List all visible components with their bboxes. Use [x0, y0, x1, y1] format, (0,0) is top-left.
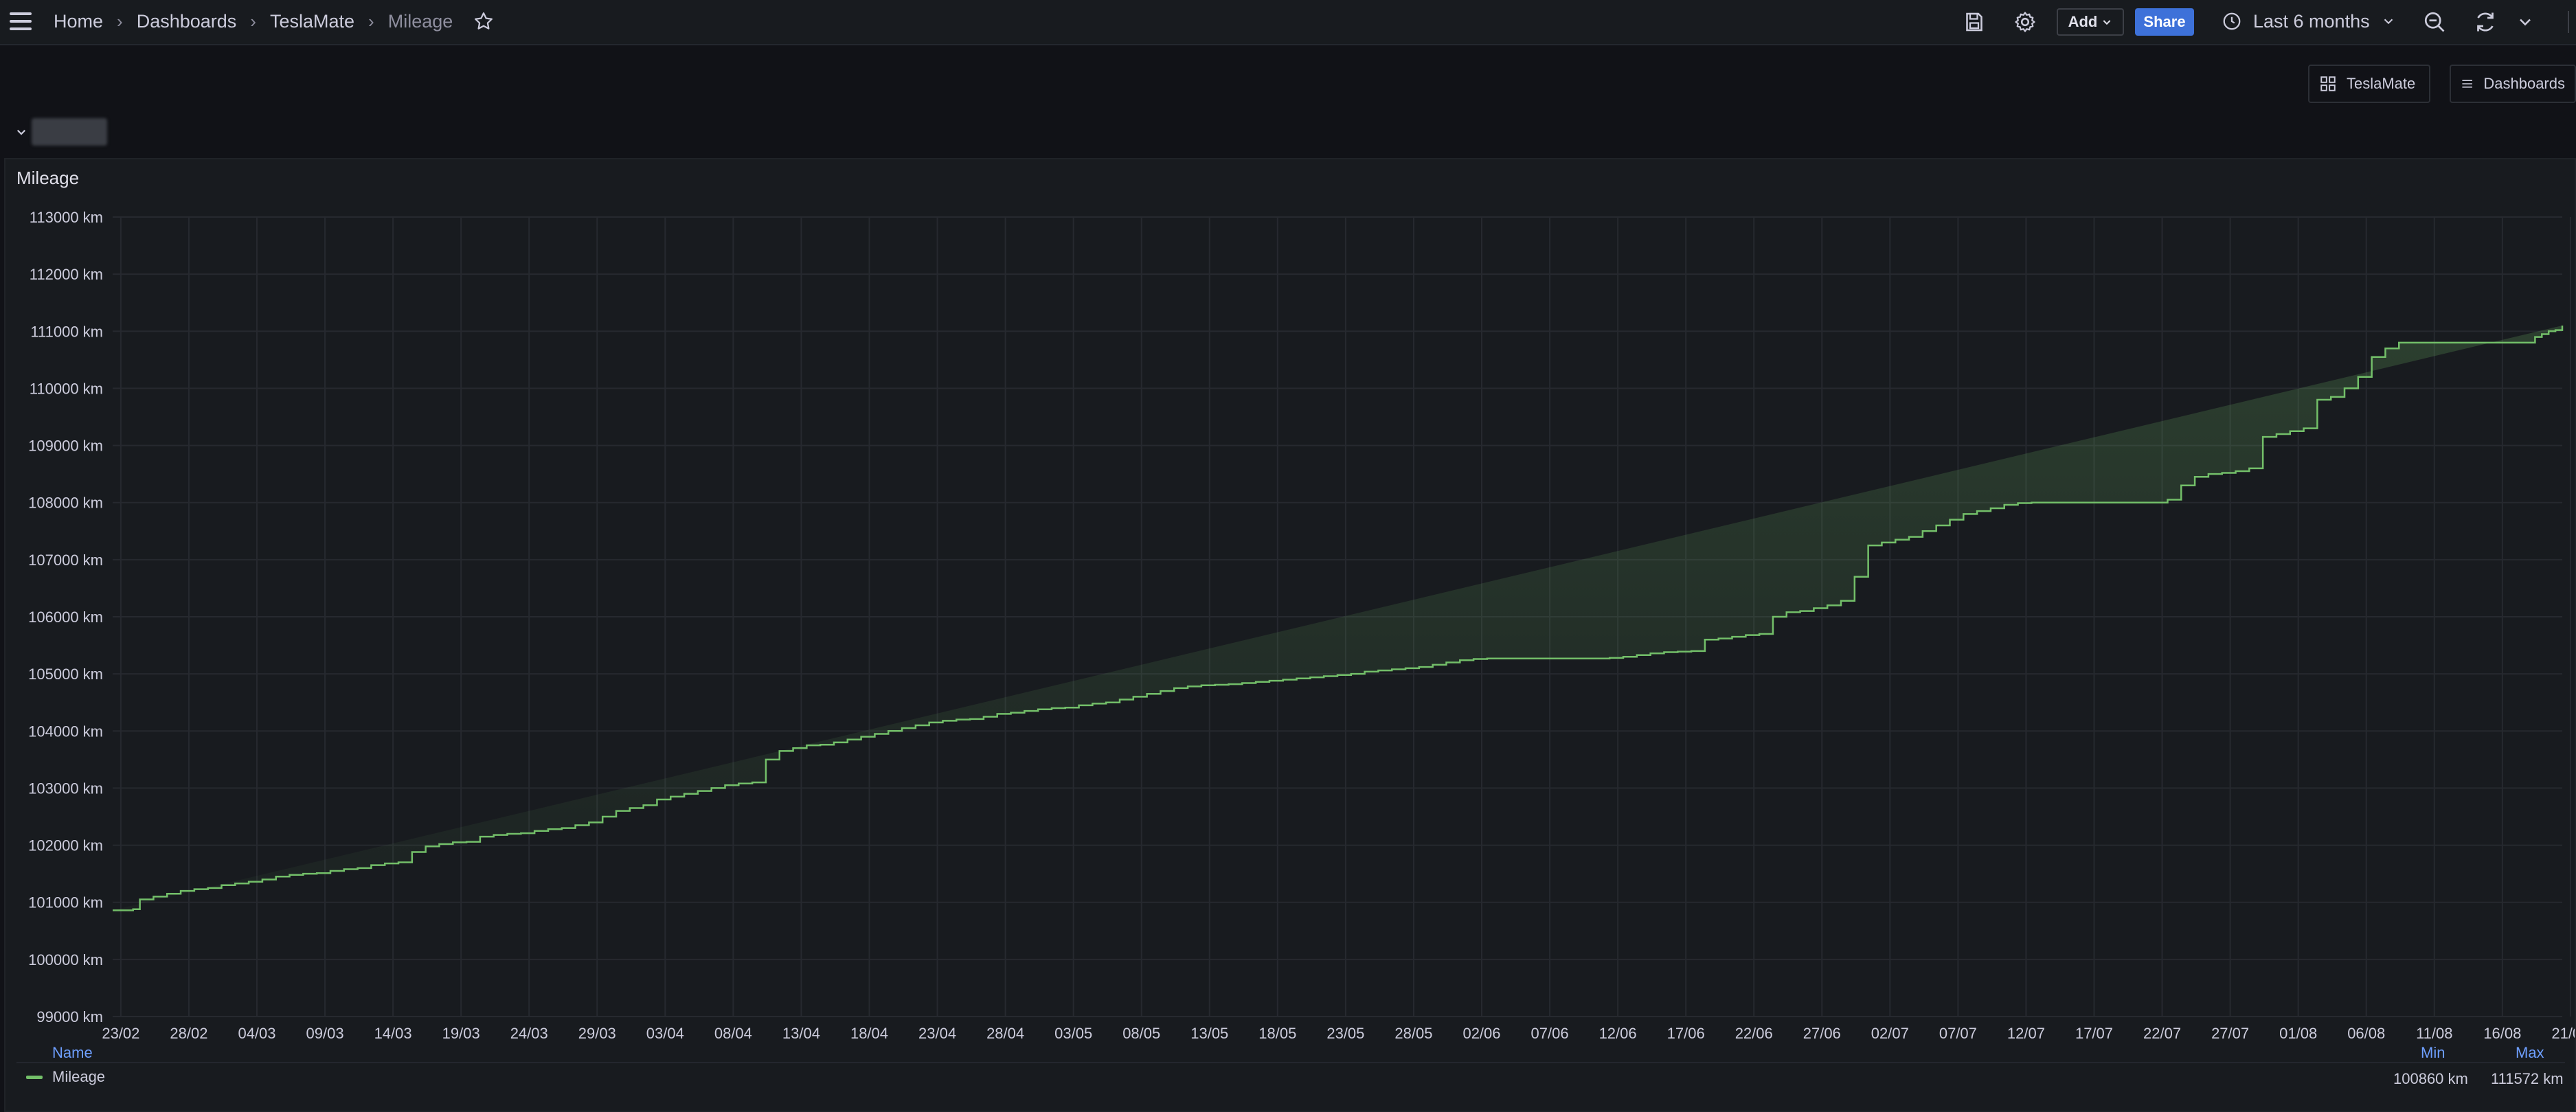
legend-header-name[interactable]: Name [52, 1044, 93, 1062]
x-tick-label: 28/04 [986, 1025, 1024, 1042]
y-tick-label: 102000 km [28, 837, 103, 854]
x-tick-label: 21/08 [2551, 1025, 2575, 1042]
star-icon[interactable] [473, 11, 494, 32]
x-tick-label: 17/07 [2075, 1025, 2113, 1042]
x-tick-label: 16/08 [2483, 1025, 2521, 1042]
zoom-out-icon[interactable] [2422, 10, 2447, 34]
breadcrumb-home[interactable]: Home [54, 11, 103, 32]
x-tick-label: 19/03 [442, 1025, 480, 1042]
link-dashboards[interactable]: Dashboards [2450, 65, 2576, 103]
y-tick-label: 107000 km [28, 552, 103, 569]
y-tick-label: 112000 km [30, 266, 103, 283]
x-tick-label: 07/07 [1939, 1025, 1977, 1042]
top-nav-bar: Home › Dashboards › TeslaMate › Mileage … [0, 0, 2576, 45]
dashboard-grid-icon [2320, 76, 2336, 91]
car-selector-redacted[interactable] [32, 118, 107, 146]
y-tick-label: 101000 km [28, 894, 103, 911]
chevron-down-icon [2384, 19, 2393, 25]
x-tick-label: 12/06 [1599, 1025, 1637, 1042]
y-tick-label: 109000 km [28, 438, 103, 455]
clock-icon [2223, 12, 2241, 30]
y-tick-label: 108000 km [28, 495, 103, 512]
legend-divider [16, 1062, 2565, 1063]
x-tick-label: 12/07 [2007, 1025, 2045, 1042]
breadcrumb-separator: › [117, 10, 123, 32]
x-tick-label: 18/04 [850, 1025, 888, 1042]
x-tick-label: 13/04 [782, 1025, 820, 1042]
x-tick-label: 03/04 [646, 1025, 684, 1042]
breadcrumb-current: Mileage [387, 10, 453, 32]
x-tick-label: 02/07 [1871, 1025, 1909, 1042]
x-tick-label: 28/05 [1394, 1025, 1432, 1042]
link-teslamate[interactable]: TeslaMate [2308, 65, 2430, 103]
series-area-mileage [113, 325, 2562, 911]
legend-min-value: 100860 km [2393, 1070, 2468, 1087]
legend-header-min[interactable]: Min [2421, 1044, 2445, 1062]
chevron-down-icon [2103, 20, 2111, 25]
y-tick-label: 110000 km [30, 380, 103, 397]
x-tick-label: 06/08 [2347, 1025, 2385, 1042]
mileage-chart[interactable]: 99000 km 100000 km 101000 km 102000 km 10300… [5, 159, 2575, 1045]
menu-icon[interactable] [10, 12, 32, 33]
x-tick-label: 07/06 [1531, 1025, 1569, 1042]
time-range-picker[interactable]: Last 6 months [2222, 0, 2396, 43]
add-button-label: Add [2068, 13, 2098, 30]
save-icon[interactable] [1962, 10, 1987, 34]
y-tick-label: 105000 km [28, 666, 103, 683]
x-tick-label: 17/06 [1667, 1025, 1705, 1042]
y-tick-label: 99000 km [36, 1008, 103, 1025]
legend-item-mileage[interactable]: Mileage [26, 1065, 105, 1089]
x-tick-label: 22/06 [1735, 1025, 1773, 1042]
x-tick-label: 24/03 [510, 1025, 548, 1042]
x-tick-label: 11/08 [2416, 1025, 2452, 1042]
x-tick-label: 23/02 [102, 1025, 139, 1042]
breadcrumb-separator: › [368, 10, 374, 32]
y-tick-label: 111000 km [30, 323, 103, 340]
legend-max-value: 111572 km [2491, 1070, 2564, 1087]
x-tick-label: 08/05 [1122, 1025, 1160, 1042]
breadcrumb-folder[interactable]: TeslaMate [270, 11, 354, 32]
list-icon [2462, 80, 2472, 88]
x-tick-label: 23/05 [1326, 1025, 1364, 1042]
refresh-interval-chevron-icon[interactable] [2516, 10, 2535, 34]
y-tick-label: 103000 km [28, 780, 103, 797]
x-tick-label: 01/08 [2279, 1025, 2317, 1042]
breadcrumb-separator: › [250, 10, 256, 32]
refresh-icon[interactable] [2473, 10, 2498, 34]
gear-icon[interactable] [2013, 10, 2037, 34]
x-tick-label: 29/03 [578, 1025, 616, 1042]
x-tick-label: 18/05 [1258, 1025, 1296, 1042]
breadcrumb: Home › Dashboards › TeslaMate › Mileage [54, 0, 494, 43]
x-tick-label: 13/05 [1190, 1025, 1228, 1042]
time-range-label: Last 6 months [2253, 10, 2370, 32]
x-tick-label: 22/07 [2143, 1025, 2181, 1042]
y-tick-label: 100000 km [28, 951, 103, 968]
legend-swatch [26, 1075, 43, 1079]
legend-series-name: Mileage [52, 1068, 106, 1085]
y-tick-label: 104000 km [28, 723, 103, 740]
x-tick-label: 02/06 [1462, 1025, 1500, 1042]
toolbar-divider [2568, 11, 2569, 33]
link-dashboards-label: Dashboards [2483, 75, 2565, 92]
y-tick-label: 113000 km [30, 209, 103, 226]
y-tick-label: 106000 km [28, 609, 103, 626]
x-tick-label: 08/04 [714, 1025, 752, 1042]
x-tick-label: 14/03 [374, 1025, 412, 1042]
x-tick-label: 09/03 [306, 1025, 344, 1042]
share-button[interactable]: Share [2135, 8, 2194, 36]
x-tick-label: 27/07 [2211, 1025, 2249, 1042]
x-tick-label: 04/03 [238, 1025, 275, 1042]
x-tick-label: 23/04 [918, 1025, 956, 1042]
link-teslamate-label: TeslaMate [2347, 75, 2416, 92]
x-tick-label: 28/02 [170, 1025, 207, 1042]
legend-header-max[interactable]: Max [2516, 1044, 2544, 1062]
chevron-down-icon [16, 129, 26, 135]
x-tick-label: 03/05 [1054, 1025, 1092, 1042]
breadcrumb-dashboards[interactable]: Dashboards [137, 11, 237, 32]
add-button[interactable]: Add [2057, 8, 2124, 36]
mileage-panel: Mileage 99000 km 100000 km 101000 km 102000… [4, 158, 2576, 1112]
row-toggle[interactable] [15, 118, 107, 146]
x-tick-label: 27/06 [1803, 1025, 1841, 1042]
